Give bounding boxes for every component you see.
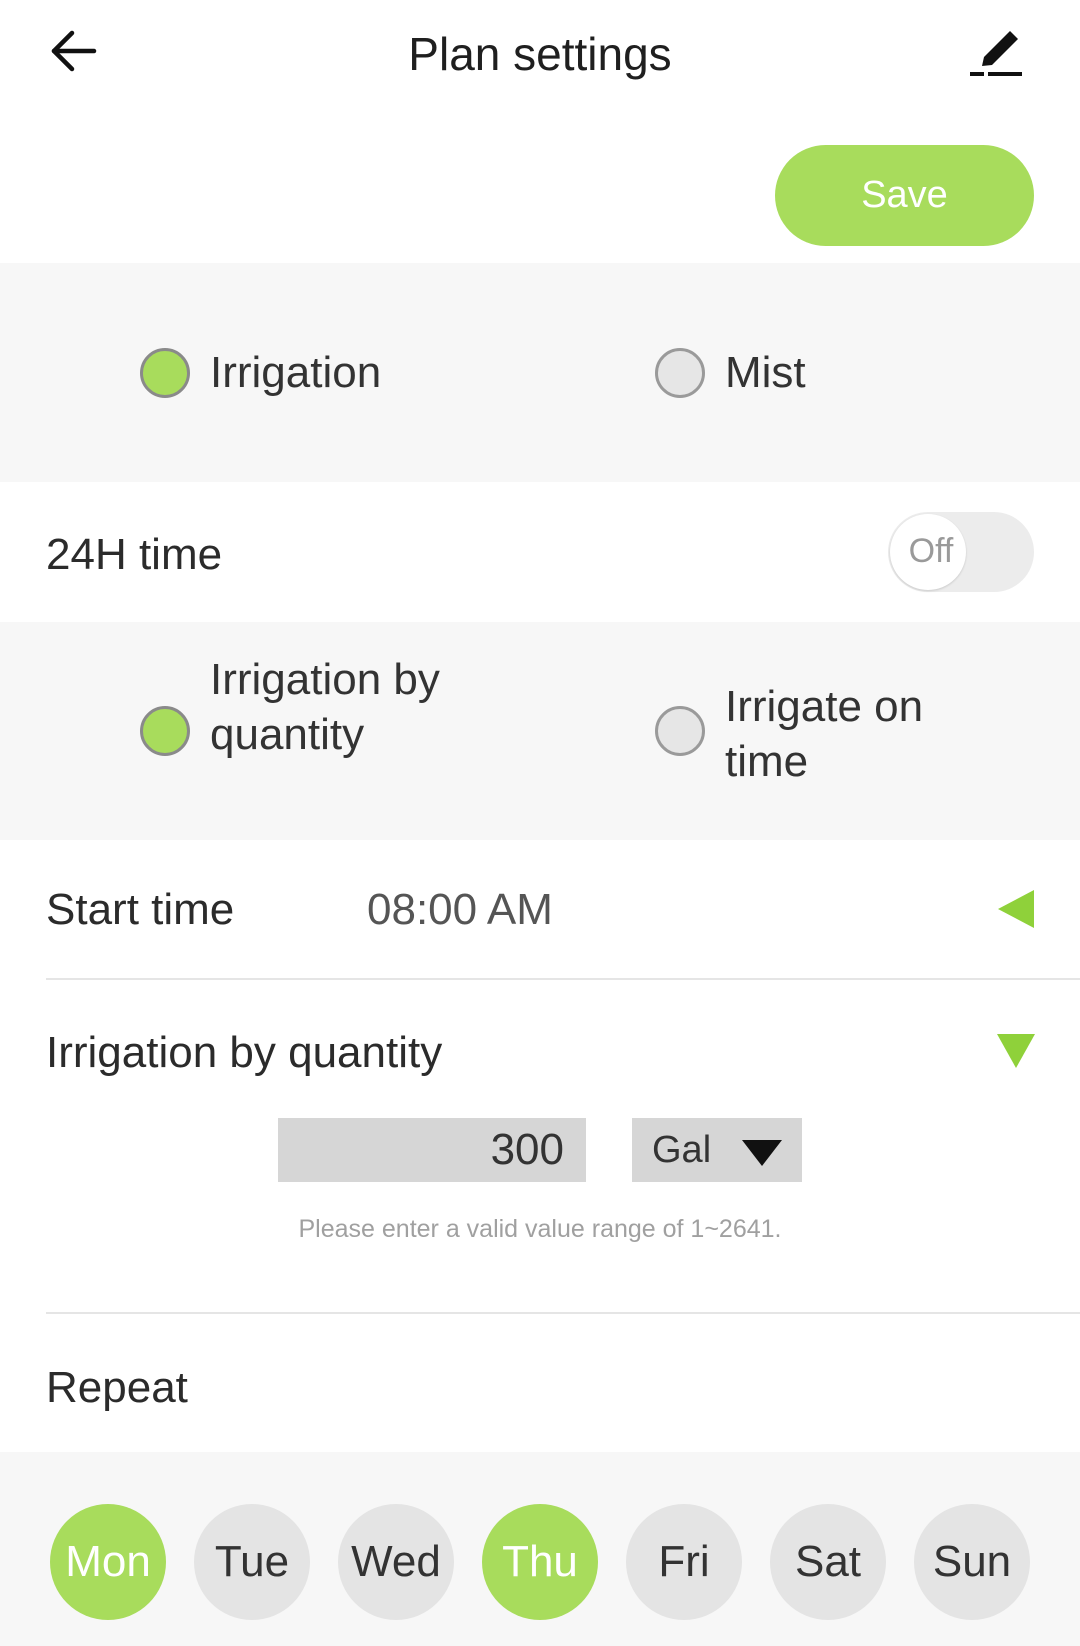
quantity-input[interactable]: 300 <box>278 1118 586 1182</box>
day-thu[interactable]: Thu <box>482 1504 598 1620</box>
mode-section: Irrigation Mist <box>0 263 1080 482</box>
method-section: Irrigation by quantity Irrigate on time <box>0 622 1080 840</box>
page-title: Plan settings <box>408 28 672 80</box>
divider <box>46 978 1080 980</box>
day-fri[interactable]: Fri <box>626 1504 742 1620</box>
day-sun[interactable]: Sun <box>914 1504 1030 1620</box>
day-tue[interactable]: Tue <box>194 1504 310 1620</box>
start-time-label: Start time <box>46 885 235 934</box>
collapse-down-triangle-icon <box>997 1034 1035 1068</box>
method-option-label: Irrigate on time <box>725 682 924 786</box>
method-option-quantity[interactable]: Irrigation by quantity <box>138 652 458 817</box>
mode-option-label: Mist <box>725 348 806 397</box>
radio-selected-icon <box>140 348 190 398</box>
edit-pencil-icon <box>970 31 1022 76</box>
app-header: Plan settings <box>0 0 1080 110</box>
unit-select-value: Gal <box>652 1129 712 1171</box>
mode-option-label: Irrigation <box>210 348 382 397</box>
day-mon[interactable]: Mon <box>50 1504 166 1620</box>
save-button[interactable]: Save <box>775 145 1034 246</box>
quantity-hint: Please enter a valid value range of 1~26… <box>298 1215 782 1243</box>
dropdown-caret-icon <box>742 1140 782 1166</box>
quantity-header-row[interactable]: Irrigation by quantity <box>0 1020 1080 1086</box>
mode-option-irrigation[interactable]: Irrigation <box>138 345 438 405</box>
start-time-row[interactable]: Start time 08:00 AM <box>0 840 1080 978</box>
radio-selected-icon <box>140 706 190 756</box>
quantity-label: Irrigation by quantity <box>46 1028 443 1077</box>
day-wed[interactable]: Wed <box>338 1504 454 1620</box>
time-format-toggle[interactable]: Off <box>888 512 1034 592</box>
toggle-state-text: Off <box>908 532 954 570</box>
mode-option-mist[interactable]: Mist <box>653 345 953 405</box>
method-option-time[interactable]: Irrigate on time <box>653 679 973 789</box>
unit-select[interactable]: Gal <box>632 1118 802 1182</box>
method-option-label: Irrigation by quantity <box>210 655 440 759</box>
radio-unselected-icon <box>655 348 705 398</box>
radio-unselected-icon <box>655 706 705 756</box>
day-sat[interactable]: Sat <box>770 1504 886 1620</box>
start-time-value: 08:00 AM <box>367 885 553 934</box>
divider <box>46 1312 1080 1314</box>
repeat-label: Repeat <box>46 1363 188 1412</box>
expand-left-triangle-icon <box>998 890 1034 928</box>
time-format-label: 24H time <box>46 530 223 579</box>
edit-button[interactable] <box>962 22 1026 86</box>
